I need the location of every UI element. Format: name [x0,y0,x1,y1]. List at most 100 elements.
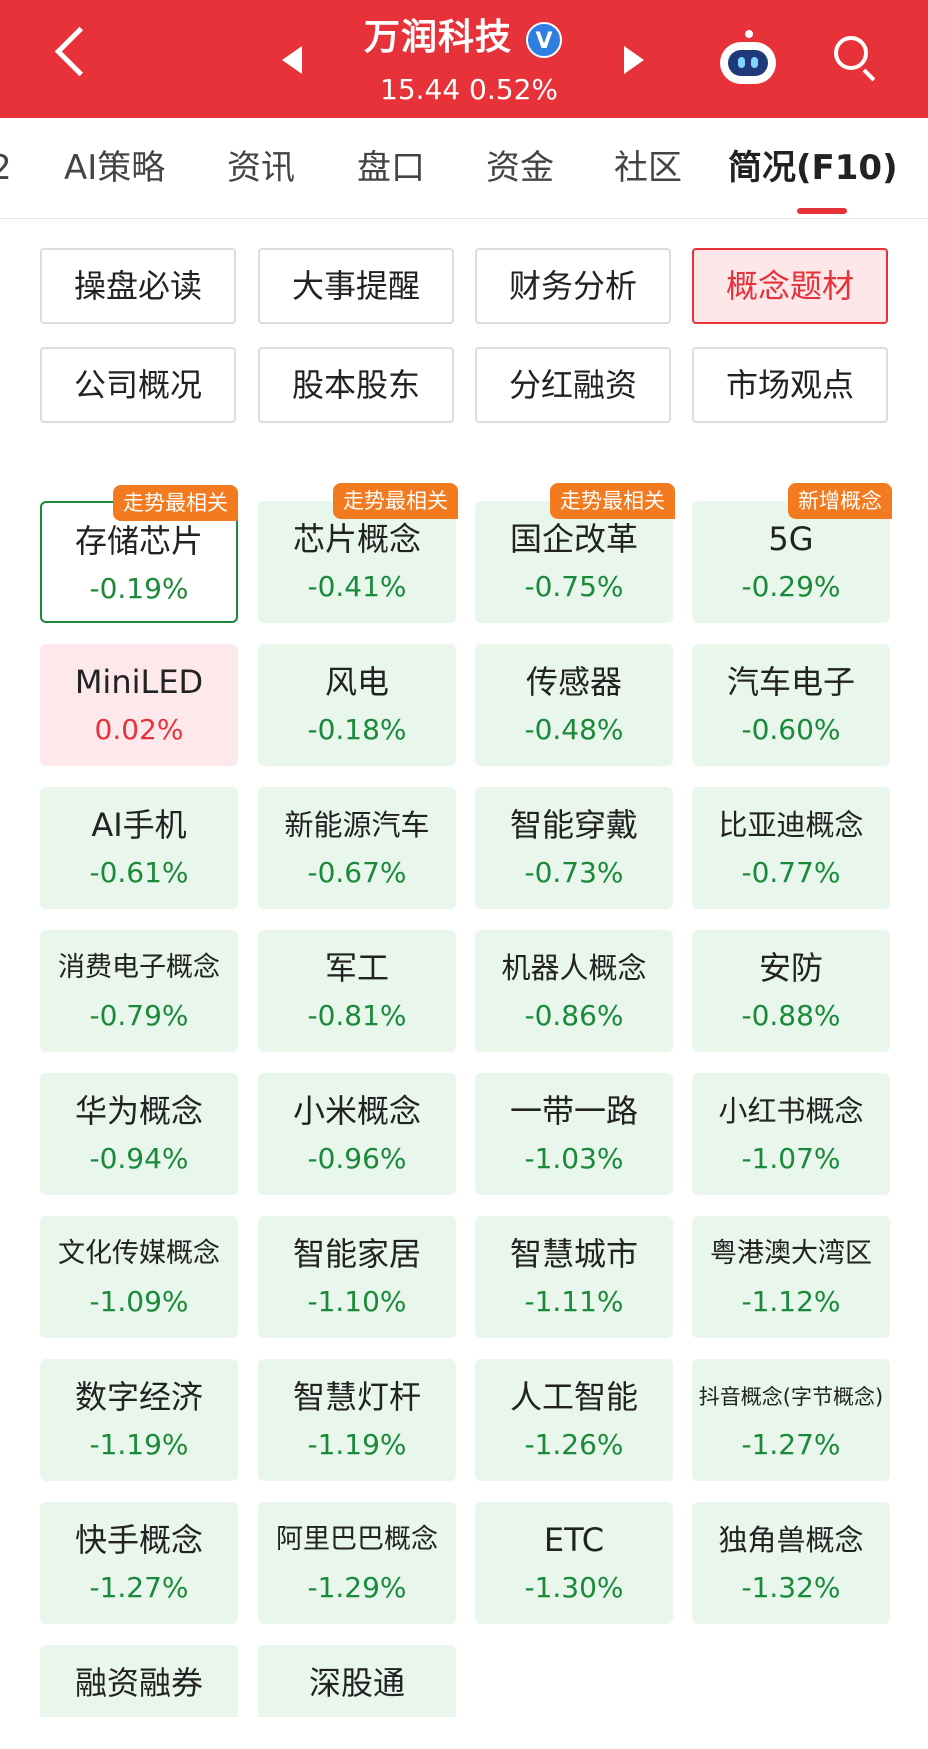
concept-card[interactable]: 小米概念 -0.96% [258,1073,456,1195]
concept-change: -1.29% [307,1571,407,1604]
stock-header: 万润科技 V 15.44 0.52% [0,0,928,118]
subtab-financial[interactable]: 财务分析 [475,248,671,324]
concept-card[interactable]: 抖音概念(字节概念) -1.27% [692,1359,890,1481]
active-tab-indicator [797,208,847,214]
concept-card[interactable]: 深股通 [258,1645,456,1717]
concept-card[interactable]: 华为概念 -0.94% [40,1073,238,1195]
concept-card[interactable]: AI手机 -0.61% [40,787,238,909]
concept-change: -1.12% [741,1285,841,1318]
concept-name: AI手机 [91,806,187,844]
concept-card[interactable]: 风电 -0.18% [258,644,456,766]
concept-card[interactable]: 智慧城市 -1.11% [475,1216,673,1338]
concept-change: -1.19% [89,1428,189,1461]
concept-tag: 走势最相关 [333,483,458,519]
concept-name: 华为概念 [74,1092,203,1130]
concept-card[interactable]: 传感器 -0.48% [475,644,673,766]
concept-change: -0.29% [741,570,841,603]
concept-card[interactable]: 文化传媒概念 -1.09% [40,1216,238,1338]
tab-partial[interactable]: 2 [0,146,12,190]
concept-card[interactable]: 智能穿戴 -0.73% [475,787,673,909]
search-icon[interactable] [834,36,876,82]
concept-name: 小米概念 [292,1092,421,1130]
concept-card[interactable]: 快手概念 -1.27% [40,1502,238,1624]
concept-change: -1.30% [524,1571,624,1604]
subtab-shareholders[interactable]: 股本股东 [258,347,454,423]
tab-funds[interactable]: 资金 [486,146,554,190]
concept-name: 智能家居 [292,1235,421,1273]
tab-f10-overview[interactable]: 简况(F10) [728,146,898,190]
concept-name: 风电 [324,663,389,701]
concept-card[interactable]: 国企改革 -0.75% 走势最相关 [475,483,675,623]
concept-name: 智能穿戴 [509,806,638,844]
concept-card[interactable]: 芯片概念 -0.41% 走势最相关 [258,483,458,623]
concept-change: -0.41% [307,570,407,603]
subtab-company[interactable]: 公司概况 [40,347,236,423]
concept-card[interactable]: MiniLED 0.02% [40,644,238,766]
main-tabs: 2 AI策略 资讯 盘口 资金 社区 简况(F10) [0,118,928,219]
prev-stock-icon[interactable] [282,46,302,74]
concept-change: -0.67% [307,856,407,889]
concept-change: -0.86% [524,999,624,1032]
concept-name: 阿里巴巴概念 [276,1524,438,1555]
stock-name: 万润科技 [364,17,513,58]
concept-card[interactable]: 阿里巴巴概念 -1.29% [258,1502,456,1624]
concept-card[interactable]: 汽车电子 -0.60% [692,644,890,766]
concept-name: 机器人概念 [501,951,647,985]
tab-community[interactable]: 社区 [614,146,682,190]
concept-card[interactable]: 融资融券 [40,1645,238,1717]
concept-name: 芯片概念 [292,520,421,558]
concept-name: 抖音概念(字节概念) [698,1385,884,1409]
subtab-events[interactable]: 大事提醒 [258,248,454,324]
concept-tag: 新增概念 [788,483,892,519]
concept-card[interactable]: 小红书概念 -1.07% [692,1073,890,1195]
concept-tag: 走势最相关 [113,485,238,521]
concept-name: 粤港澳大湾区 [710,1238,872,1269]
concept-card[interactable]: 安防 -0.88% [692,930,890,1052]
concept-change: -0.19% [89,572,189,605]
concept-change: -0.73% [524,856,624,889]
concept-change: -1.27% [741,1428,841,1461]
concept-card[interactable]: 比亚迪概念 -0.77% [692,787,890,909]
concept-card[interactable]: 独角兽概念 -1.32% [692,1502,890,1624]
subtab-market-view[interactable]: 市场观点 [692,347,888,423]
concept-name: 数字经济 [74,1378,203,1416]
back-arrow-icon[interactable] [54,26,105,77]
concept-card[interactable]: 一带一路 -1.03% [475,1073,673,1195]
price-change: 15.44 0.52% [380,73,559,106]
robot-assistant-icon[interactable] [718,30,778,86]
subtab-dividends[interactable]: 分红融资 [475,347,671,423]
concept-card[interactable]: 5G -0.29% 新增概念 [692,483,892,623]
concept-change: -0.75% [524,570,624,603]
concept-name: 快手概念 [74,1521,203,1559]
tab-ai-strategy[interactable]: AI策略 [64,146,165,190]
concept-card[interactable]: 人工智能 -1.26% [475,1359,673,1481]
subtab-concepts[interactable]: 概念题材 [692,248,888,324]
tab-news[interactable]: 资讯 [227,146,295,190]
concept-card[interactable]: 机器人概念 -0.86% [475,930,673,1052]
subtab-must-read[interactable]: 操盘必读 [40,248,236,324]
concept-change [258,1713,456,1749]
concept-card[interactable]: 军工 -0.81% [258,930,456,1052]
concept-name: 存储芯片 [74,522,203,560]
concept-card[interactable]: ETC -1.30% [475,1502,673,1624]
concept-name: 一带一路 [509,1092,638,1130]
concept-name: 小红书概念 [718,1094,864,1128]
concept-card[interactable]: 数字经济 -1.19% [40,1359,238,1481]
concept-name: 融资融券 [74,1664,203,1702]
concept-card[interactable]: 消费电子概念 -0.79% [40,930,238,1052]
concept-change: -1.27% [89,1571,189,1604]
concept-card[interactable]: 智能家居 -1.10% [258,1216,456,1338]
concept-name: 消费电子概念 [58,952,220,983]
concept-name: 安防 [758,949,823,987]
tab-orderbook[interactable]: 盘口 [357,146,425,190]
concept-card[interactable]: 粤港澳大湾区 -1.12% [692,1216,890,1338]
concept-card[interactable]: 智慧灯杆 -1.19% [258,1359,456,1481]
concept-card[interactable]: 存储芯片 -0.19% 走势最相关 [40,485,238,623]
concept-card[interactable]: 新能源汽车 -0.67% [258,787,456,909]
concept-change: -1.09% [89,1285,189,1318]
concept-name: 智慧灯杆 [292,1378,421,1416]
concept-name: ETC [543,1521,605,1559]
concept-tag: 走势最相关 [550,483,675,519]
concept-change [40,1713,238,1749]
next-stock-icon[interactable] [624,46,644,74]
